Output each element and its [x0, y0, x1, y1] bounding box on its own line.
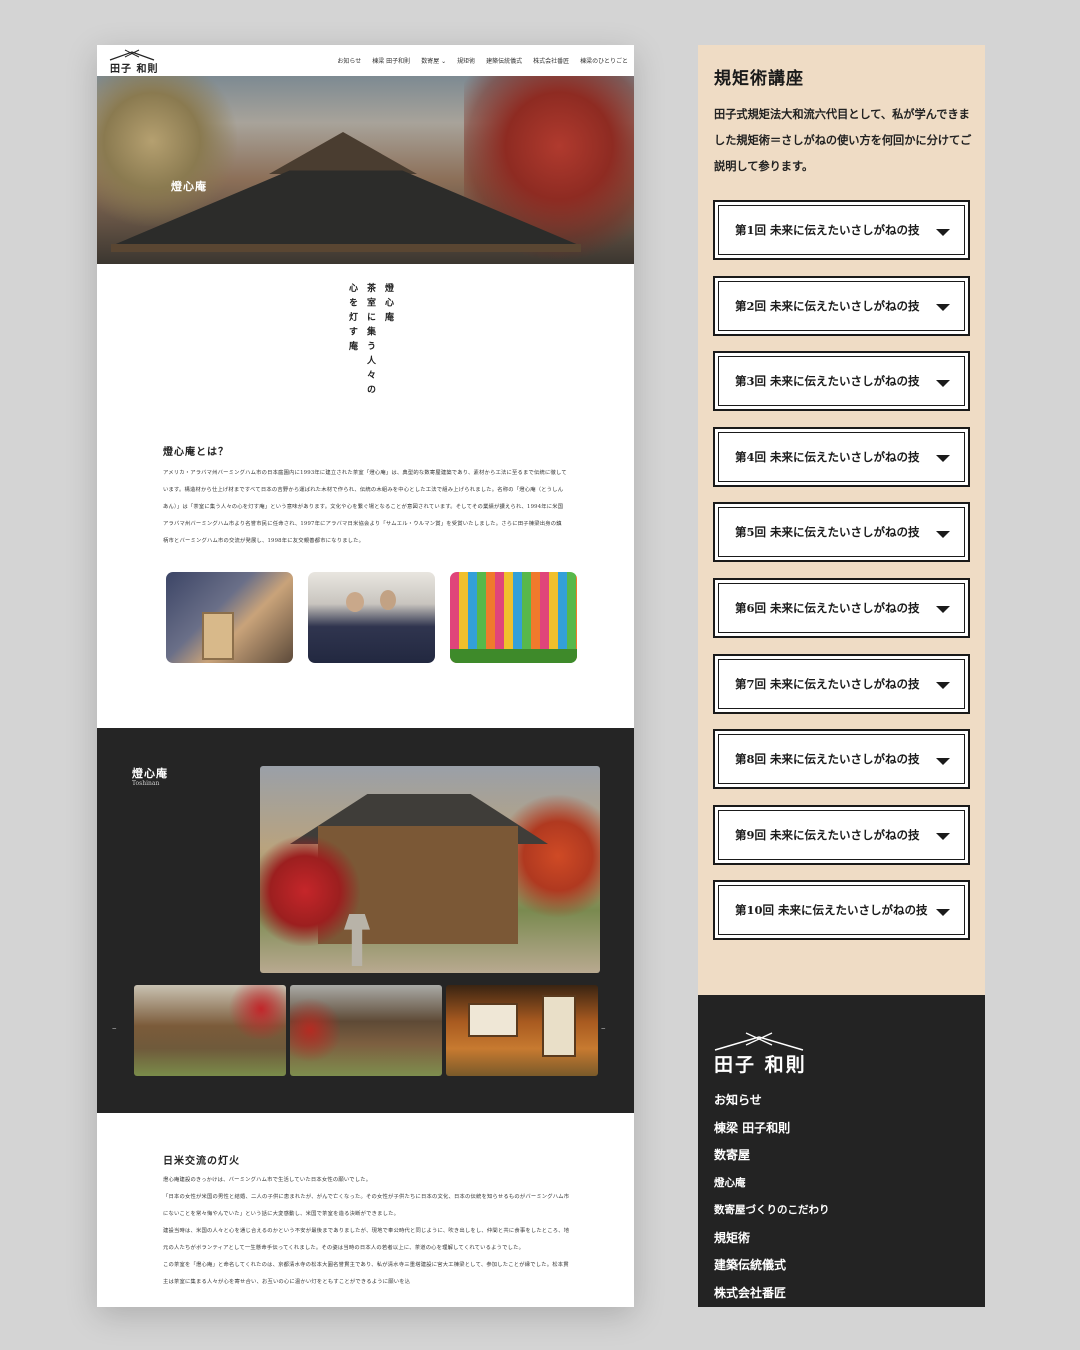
lesson-label: 第10回 未来に伝えたいさしがねの技 [735, 903, 928, 918]
caret-down-icon [936, 606, 950, 614]
gallery-thumb-3[interactable] [446, 985, 598, 1076]
exchange-para-4: この茶室を「燈心庵」と命名してくれたのは、京都清水寺の松本大圓名誉貫主であり、私… [163, 1262, 569, 1285]
photo-two-men[interactable] [308, 572, 435, 663]
nav-item-master[interactable]: 棟梁 田子和則 [372, 56, 410, 65]
lesson-label: 第9回 未来に伝えたいさしがねの技 [735, 827, 920, 842]
caret-down-icon [936, 757, 950, 765]
course-title: 規矩術講座 [714, 69, 804, 89]
caret-down-icon [936, 379, 950, 387]
gallery-subtitle: Toshinan [132, 780, 160, 787]
caret-down-icon [936, 682, 950, 690]
footer-link-sukiya-craft[interactable]: 数寄屋づくりのこだわり [714, 1201, 830, 1229]
logo-text: 田子 和則 [110, 63, 159, 75]
footer-link-master[interactable]: 棟梁 田子和則 [714, 1119, 830, 1147]
lesson-label: 第4回 未来に伝えたいさしがねの技 [735, 449, 920, 464]
lesson-accordion-4[interactable]: 第4回 未来に伝えたいさしがねの技 [713, 426, 970, 487]
lesson-list: 第1回 未来に伝えたいさしがねの技 第2回 未来に伝えたいさしがねの技 第3回 … [713, 200, 970, 956]
course-panel: 規矩術講座 田子式規矩法大和流六代目として、私が学んできました規矩術＝さしがねの… [698, 45, 985, 995]
footer-link-ceremony[interactable]: 建築伝統儀式 [714, 1256, 830, 1284]
nav-item-kikujutsu[interactable]: 規矩術 [457, 56, 475, 65]
footer-link-toshinan[interactable]: 燈心庵 [714, 1174, 830, 1202]
photo-colorful-wall[interactable] [450, 572, 577, 663]
lesson-label: 第6回 未来に伝えたいさしがねの技 [735, 600, 920, 615]
gallery-next-arrow[interactable]: – [601, 1024, 606, 1034]
footer-nav: お知らせ 棟梁 田子和則 数寄屋 燈心庵 数寄屋づくりのこだわり 規矩術 建築伝… [714, 1091, 830, 1311]
exchange-para-1: 燈心庵建設のきっかけは、バーミングハム市で生活していた日本女性の願いでした。 [163, 1177, 372, 1183]
nav-item-sukiya[interactable]: 数寄屋 ⌄ [421, 56, 446, 65]
gallery-thumb-2[interactable] [290, 985, 442, 1076]
gallery-thumbnails [134, 985, 598, 1076]
footer-link-company[interactable]: 株式会社番匠 [714, 1284, 830, 1312]
exchange-para-2: 「日本の女性が米国の男性と結婚、二人の子供に恵まれたが、がんで亡くなった。その女… [163, 1194, 570, 1217]
lesson-label: 第1回 未来に伝えたいさしがねの技 [735, 223, 920, 237]
photo-award-portrait[interactable] [166, 572, 293, 663]
footer-link-kikujutsu[interactable]: 規矩術 [714, 1229, 830, 1257]
exchange-section: 日米交流の灯火 燈心庵建設のきっかけは、バーミングハム市で生活していた日本女性の… [163, 1152, 573, 1291]
caret-down-icon [936, 833, 950, 841]
lesson-label: 第5回 未来に伝えたいさしがねの技 [735, 525, 920, 540]
footer-link-sukiya[interactable]: 数寄屋 [714, 1146, 830, 1174]
lesson-label: 第7回 未来に伝えたいさしがねの技 [735, 676, 920, 691]
lesson-accordion-7[interactable]: 第7回 未来に伝えたいさしがねの技 [713, 653, 970, 714]
exchange-heading: 日米交流の灯火 [163, 1156, 240, 1167]
tagline-line-2: 茶室に集う人々の [365, 283, 375, 399]
lesson-accordion-8[interactable]: 第8回 未来に伝えたいさしがねの技 [713, 729, 970, 790]
tagline-line-1: 燈心庵 [383, 283, 393, 327]
caret-down-icon [936, 530, 950, 538]
gallery-section: 燈心庵 Toshinan – – [97, 728, 634, 1113]
vertical-tagline: 燈心庵 茶室に集う人々の 心を灯す庵 [345, 283, 395, 399]
about-photos [166, 572, 577, 663]
lesson-accordion-1[interactable]: 第1回 未来に伝えたいさしがねの技 [713, 200, 970, 260]
about-body: アメリカ・アラバマ州バーミングハム市の日本庭園内に1993年に建立された茶室「燈… [163, 470, 567, 544]
caret-down-icon [936, 228, 950, 236]
caret-down-icon [936, 455, 950, 463]
nav-item-company[interactable]: 株式会社番匠 [533, 56, 569, 65]
caret-down-icon [936, 304, 950, 312]
about-heading: 燈心庵とは？ [163, 447, 229, 458]
footer-logo-text[interactable]: 田子 和則 [714, 1050, 807, 1077]
caret-down-icon [936, 908, 950, 916]
hero-image: 燈心庵 [97, 76, 634, 264]
lesson-accordion-3[interactable]: 第3回 未来に伝えたいさしがねの技 [713, 351, 970, 412]
gallery-main-photo[interactable] [260, 766, 600, 973]
lesson-accordion-10[interactable]: 第10回 未来に伝えたいさしがねの技 [713, 880, 970, 941]
lesson-accordion-6[interactable]: 第6回 未来に伝えたいさしがねの技 [713, 577, 970, 638]
lesson-label: 第2回 未来に伝えたいさしがねの技 [735, 298, 920, 313]
lesson-accordion-5[interactable]: 第5回 未来に伝えたいさしがねの技 [713, 502, 970, 563]
nav-menu: お知らせ 棟梁 田子和則 数寄屋 ⌄ 規矩術 建築伝統儀式 株式会社番匠 棟梁の… [337, 56, 628, 65]
gallery-title: 燈心庵 [132, 767, 168, 780]
tagline-line-3: 心を灯す庵 [347, 283, 357, 356]
lesson-accordion-9[interactable]: 第9回 未来に伝えたいさしがねの技 [713, 804, 970, 865]
gallery-prev-arrow[interactable]: – [112, 1024, 117, 1034]
nav-item-blog[interactable]: 棟梁のひとりごと [580, 56, 628, 65]
lesson-label: 第8回 未来に伝えたいさしがねの技 [735, 752, 920, 767]
footer-link-news[interactable]: お知らせ [714, 1091, 830, 1119]
top-nav: 田子 和則 お知らせ 棟梁 田子和則 数寄屋 ⌄ 規矩術 建築伝統儀式 株式会社… [97, 45, 634, 76]
hero-title: 燈心庵 [171, 180, 207, 193]
course-intro: 田子式規矩法大和流六代目として、私が学んできました規矩術＝さしがねの使い方を何回… [714, 107, 972, 173]
gallery-thumb-1[interactable] [134, 985, 286, 1076]
about-section: 燈心庵とは？ アメリカ・アラバマ州バーミングハム市の日本庭園内に1993年に建立… [163, 443, 567, 550]
exchange-para-3: 建設当時は、米国の人々と心を通じ合えるのかという不安が最後までありましたが、現地… [163, 1228, 570, 1251]
lesson-label: 第3回 未来に伝えたいさしがねの技 [735, 374, 920, 389]
site-logo[interactable]: 田子 和則 [109, 49, 159, 75]
site-footer: 田子 和則 お知らせ 棟梁 田子和則 数寄屋 燈心庵 数寄屋づくりのこだわり 規… [698, 995, 985, 1307]
nav-item-news[interactable]: お知らせ [337, 56, 361, 65]
lesson-accordion-2[interactable]: 第2回 未来に伝えたいさしがねの技 [713, 275, 970, 336]
website-page: 田子 和則 お知らせ 棟梁 田子和則 数寄屋 ⌄ 規矩術 建築伝統儀式 株式会社… [97, 45, 634, 1307]
nav-item-ceremony[interactable]: 建築伝統儀式 [486, 56, 522, 65]
